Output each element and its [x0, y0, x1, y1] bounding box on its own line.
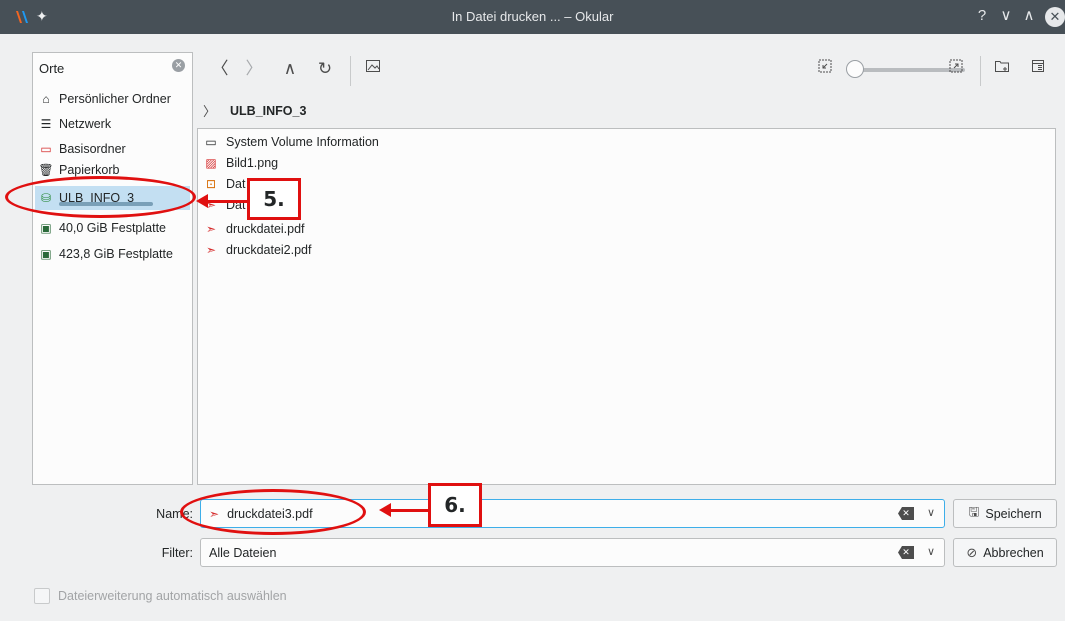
up-button[interactable]: ∧ [280, 58, 300, 80]
root-folder-icon: ▭ [40, 142, 52, 156]
zoom-slider-handle[interactable] [846, 60, 864, 78]
chevron-down-icon[interactable]: ∨ [927, 506, 935, 519]
chevron-down-icon[interactable]: ∨ [927, 545, 935, 558]
back-button[interactable]: 〈 [210, 58, 230, 80]
annotation-arrowhead-6 [379, 503, 391, 517]
sidebar-item-label: Persönlicher Ordner [59, 92, 171, 106]
list-item[interactable]: ➣ druckdatei.pdf [204, 219, 305, 239]
harddisk-icon: ▣ [40, 221, 52, 235]
new-folder-icon[interactable] [992, 58, 1012, 80]
filter-label: Filter: [161, 546, 193, 560]
file-name: Dat [226, 177, 246, 191]
folder-icon: ▭ [205, 135, 217, 149]
file-name: System Volume Information [226, 135, 379, 149]
file-name: Bild1.png [226, 156, 279, 170]
home-icon: ⌂ [42, 92, 50, 106]
clear-text-icon[interactable]: ✕ [898, 546, 914, 559]
auto-extension-label: Dateierweiterung automatisch auswählen [58, 589, 287, 603]
file-list[interactable]: ▭ System Volume Information ▨ Bild1.png … [197, 128, 1056, 485]
harddisk-icon: ▣ [40, 247, 52, 261]
annotation-arrowhead-5 [196, 194, 208, 208]
sidebar-item-label: Papierkorb [59, 163, 120, 177]
breadcrumb-current[interactable]: ULB_INFO_3 [230, 104, 306, 118]
list-item[interactable]: ⊡ Dat [204, 174, 245, 194]
annotation-arrow-5 [207, 200, 247, 203]
network-icon: ☰ [40, 117, 52, 131]
annotation-arrow-6 [390, 509, 430, 512]
toolbar-separator [350, 56, 351, 86]
image-file-icon: ▨ [205, 156, 217, 170]
annotation-ellipse-filename [180, 489, 366, 535]
toolbar-separator [980, 56, 981, 86]
cancel-button-label: Abbrechen [983, 545, 1044, 560]
sidebar-item-disk-423[interactable]: ▣ 423,8 GiB Festplatte [35, 242, 190, 266]
zoom-in-icon[interactable] [946, 58, 966, 80]
cancel-icon: ⊘ [966, 544, 978, 560]
maximize-button[interactable]: ∧ [1019, 6, 1039, 26]
trash-icon: 🗑 [38, 163, 54, 177]
sidebar-item-label: 40,0 GiB Festplatte [59, 221, 167, 235]
cancel-button[interactable]: ⊘ Abbrechen [953, 538, 1057, 567]
close-places-icon[interactable]: ✕ [172, 59, 185, 72]
options-menu-icon[interactable] [1028, 58, 1048, 80]
close-button[interactable]: ✕ [1045, 7, 1065, 27]
minimize-button[interactable]: ∨ [996, 6, 1016, 26]
annotation-step-6: 6. [428, 483, 482, 527]
file-name: druckdatei.pdf [226, 222, 305, 236]
window-title: In Datei drucken ... – Okular [451, 9, 614, 24]
breadcrumb: 〉 ULB_INFO_3 [203, 101, 306, 120]
sidebar-item-label: Netzwerk [59, 117, 112, 131]
auto-extension-option[interactable]: Dateierweiterung automatisch auswählen [34, 588, 287, 604]
presentation-file-icon: ⊡ [205, 177, 217, 191]
sidebar-item-label: 423,8 GiB Festplatte [59, 247, 173, 261]
pdf-file-icon: ➣ [205, 222, 217, 236]
places-header: Orte [39, 61, 65, 76]
title-bar: ✦ In Datei drucken ... – Okular ? ∨ ∧ ✕ [0, 0, 1065, 34]
filter-select[interactable]: Alle Dateien ✕ ∨ [200, 538, 945, 567]
zoom-out-icon[interactable] [815, 58, 835, 80]
sidebar-item-label: Basisordner [59, 142, 126, 156]
save-button[interactable]: 🖫 Speichern [953, 499, 1057, 528]
breadcrumb-chevron-icon[interactable]: 〉 [203, 101, 216, 120]
reload-button[interactable]: ↻ [314, 58, 336, 80]
annotation-step-5: 5. [247, 178, 301, 220]
sidebar-item-disk-40[interactable]: ▣ 40,0 GiB Festplatte [35, 216, 190, 240]
preview-icon[interactable] [362, 58, 384, 80]
auto-extension-checkbox[interactable] [34, 588, 50, 604]
list-item[interactable]: ➣ druckdatei2.pdf [204, 240, 312, 260]
file-name: druckdatei2.pdf [226, 243, 312, 257]
filter-value: Alle Dateien [209, 545, 277, 560]
annotation-ellipse-usb [5, 176, 196, 218]
sidebar-item-root[interactable]: ▭ Basisordner [35, 137, 190, 161]
forward-button[interactable]: 〉 [244, 58, 264, 80]
list-item[interactable]: ▨ Bild1.png [204, 153, 278, 173]
sidebar-item-home[interactable]: ⌂ Persönlicher Ordner [35, 87, 190, 111]
help-button[interactable]: ? [972, 6, 992, 26]
pdf-file-icon: ➣ [205, 243, 217, 257]
list-item[interactable]: ▭ System Volume Information [204, 132, 379, 152]
places-panel: Orte ✕ ⌂ Persönlicher Ordner ☰ Netzwerk … [32, 52, 193, 485]
save-icon: 🖫 [968, 503, 980, 519]
save-button-label: Speichern [985, 506, 1042, 521]
sidebar-item-network[interactable]: ☰ Netzwerk [35, 112, 190, 136]
clear-text-icon[interactable]: ✕ [898, 507, 914, 520]
list-item[interactable]: ➣ Dat [204, 195, 245, 215]
